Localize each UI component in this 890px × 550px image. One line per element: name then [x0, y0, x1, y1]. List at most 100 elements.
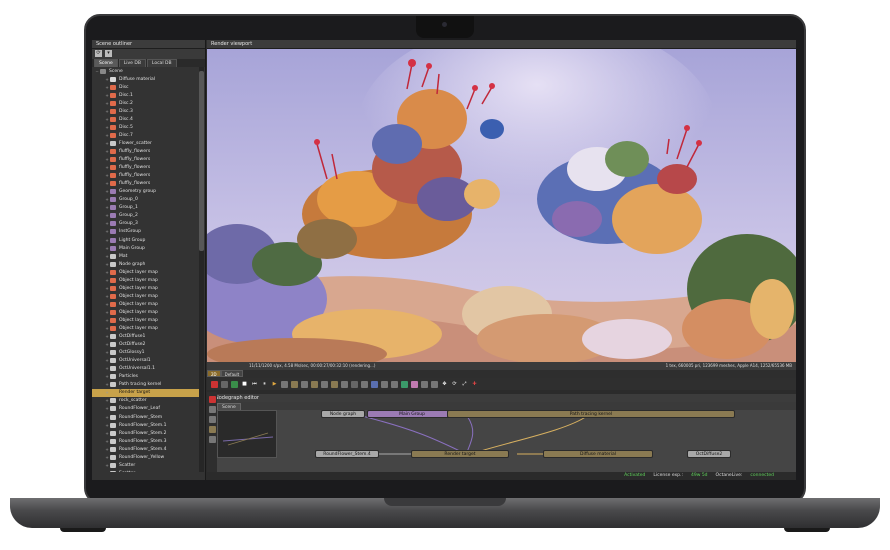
refresh-icon[interactable]: ⟳ — [95, 50, 102, 57]
tree-item[interactable]: +Scatter — [92, 461, 200, 469]
tree-item[interactable]: + Object layer map — [92, 284, 200, 292]
tree-item[interactable]: + Object layer map — [92, 325, 200, 333]
tree-item[interactable]: + Path tracing kernel — [92, 381, 200, 389]
tree-item[interactable]: + Object layer map — [92, 316, 200, 324]
node-graph-node[interactable]: Node graph — [321, 410, 365, 418]
rotate-icon[interactable]: ⟳ — [451, 381, 458, 388]
oct-diffuse-node[interactable]: OctDiffuse2 — [687, 450, 731, 458]
cryptomatte-icon[interactable] — [361, 380, 368, 388]
gizmo-icon[interactable] — [401, 380, 408, 388]
tree-item[interactable]: + OctGlossy1 — [92, 349, 200, 357]
tree-item[interactable]: + Group_0 — [92, 196, 200, 204]
tree-item[interactable]: + OctUniversal1.1 — [92, 365, 200, 373]
lock-icon[interactable] — [291, 380, 298, 388]
tree-item[interactable]: + fluffly_flowers — [92, 156, 200, 164]
tree-item[interactable]: + fluffly_flowers — [92, 172, 200, 180]
camera-icon[interactable] — [221, 380, 228, 388]
tree-item[interactable]: + Disc.2 — [92, 99, 200, 107]
scroll-thumb[interactable] — [199, 71, 204, 251]
outliner-scrollbar[interactable] — [199, 67, 204, 472]
tree-item[interactable]: + RoundFlower_Stem.3 — [92, 437, 200, 445]
tree-item[interactable]: + Diffuse material — [92, 75, 200, 83]
tree-item[interactable]: + RoundFlower_Stem.2 — [92, 429, 200, 437]
tree-item[interactable]: + Object layer map — [92, 292, 200, 300]
diffuse-material-node[interactable]: Diffuse material — [543, 450, 653, 458]
tree-item[interactable]: + Main Group — [92, 244, 200, 252]
tree-item[interactable]: + RoundFlower_Stem — [92, 413, 200, 421]
add-node-icon[interactable] — [208, 396, 216, 403]
tree-item[interactable]: + Group_3 — [92, 220, 200, 228]
scale-icon[interactable]: ⤢ — [461, 381, 468, 388]
white-balance-icon[interactable] — [351, 380, 358, 388]
ungroup-icon[interactable] — [208, 436, 216, 443]
tree-item[interactable]: + Group_1 — [92, 204, 200, 212]
tree-item[interactable]: + RoundFlower_Stem.4 — [92, 445, 200, 453]
tree-item[interactable]: + Light Group — [92, 236, 200, 244]
tree-item[interactable]: + Object layer map — [92, 268, 200, 276]
tree-item[interactable]: + Render target — [92, 388, 200, 397]
tree-item[interactable]: + OctDiffuse1 — [92, 333, 200, 341]
tree-item[interactable]: + OctUniversal1 — [92, 357, 200, 365]
render-layer-icon[interactable] — [371, 380, 378, 388]
tree-item[interactable]: + Geometry group — [92, 188, 200, 196]
tree-item[interactable]: + Object layer map — [92, 276, 200, 284]
axis-icon[interactable]: ✚ — [471, 381, 478, 388]
record-icon[interactable] — [211, 380, 218, 388]
denoise-icon[interactable] — [431, 380, 438, 388]
path-tracing-kernel-node[interactable]: Path tracing kernel — [447, 410, 735, 418]
pause-icon[interactable]: ⏸ — [261, 381, 268, 388]
tab-scene[interactable]: Scene — [94, 59, 118, 67]
fit-icon[interactable] — [208, 416, 216, 423]
tree-item[interactable]: − Scene — [92, 67, 200, 75]
nodegraph-canvas[interactable]: Node graph Main Group Path tracing kerne… — [217, 410, 796, 472]
tree-item[interactable]: + Object layer map — [92, 308, 200, 316]
tree-item[interactable]: + Group_2 — [92, 212, 200, 220]
tab-scene-graph[interactable]: Scene — [217, 403, 241, 410]
tree-item[interactable]: + RoundFlower_Stem.1 — [92, 421, 200, 429]
rewind-icon[interactable]: ⏮ — [251, 381, 258, 388]
tree-item[interactable]: + Disc.4 — [92, 115, 200, 123]
region-icon[interactable] — [281, 380, 288, 388]
globe-icon[interactable] — [231, 380, 238, 388]
tree-item[interactable]: + Disc.3 — [92, 107, 200, 115]
tree-item[interactable]: +Scatter — [92, 469, 200, 472]
tree-item[interactable]: + Disc.5 — [92, 123, 200, 131]
tree-item[interactable]: + Disc.1 — [92, 91, 200, 99]
tree-item[interactable]: + InstGroup — [92, 228, 200, 236]
focus-icon[interactable] — [301, 380, 308, 388]
viewport-resolution-icon[interactable] — [381, 380, 388, 388]
tree-item[interactable]: + RoundFlower_Leaf — [92, 405, 200, 413]
grid-icon[interactable] — [208, 406, 216, 413]
main-group-node[interactable]: Main Group — [367, 410, 457, 418]
world-icon[interactable] — [421, 380, 428, 388]
tab-default[interactable]: Default — [220, 370, 244, 377]
tab-live-db[interactable]: Live DB — [118, 59, 146, 67]
tree-item[interactable]: + fluffly_flowers — [92, 164, 200, 172]
tree-item[interactable]: + Object layer map — [92, 300, 200, 308]
filter-icon[interactable]: ▾ — [105, 50, 112, 57]
tab-local-db[interactable]: Local DB — [146, 59, 177, 67]
tree-item[interactable]: + Flower_scatter — [92, 139, 200, 147]
object-picker-icon[interactable] — [331, 380, 338, 388]
camera-target-icon[interactable] — [341, 380, 348, 388]
tree-item[interactable]: + Disc.7 — [92, 131, 200, 139]
render-target-node[interactable]: Render target — [411, 450, 509, 458]
tree-item[interactable]: + Node graph — [92, 260, 200, 268]
pick-icon[interactable] — [311, 380, 318, 388]
tree-item[interactable]: + Particles — [92, 373, 200, 381]
lock-resolution-icon[interactable] — [391, 380, 398, 388]
roundflower-stem-node[interactable]: RoundFlower_Stem.4 — [315, 450, 379, 458]
group-icon[interactable] — [208, 426, 216, 433]
tab-2d[interactable]: 2D — [207, 370, 221, 377]
stop-icon[interactable]: ■ — [241, 381, 248, 388]
tree-item[interactable]: + fluffly_flowers — [92, 147, 200, 155]
tree-item[interactable]: + OctDiffuse2 — [92, 341, 200, 349]
tree-item[interactable]: + Disc — [92, 83, 200, 91]
tree-item[interactable]: + fluffly_flowers — [92, 180, 200, 188]
tree-item[interactable]: + RoundFlower_Yellow — [92, 453, 200, 461]
play-icon[interactable]: ▶ — [271, 381, 278, 388]
render-image[interactable] — [207, 49, 796, 362]
tree-item[interactable]: + rock_scatter — [92, 397, 200, 405]
material-picker-icon[interactable] — [321, 380, 328, 388]
color-icon[interactable] — [411, 380, 418, 388]
